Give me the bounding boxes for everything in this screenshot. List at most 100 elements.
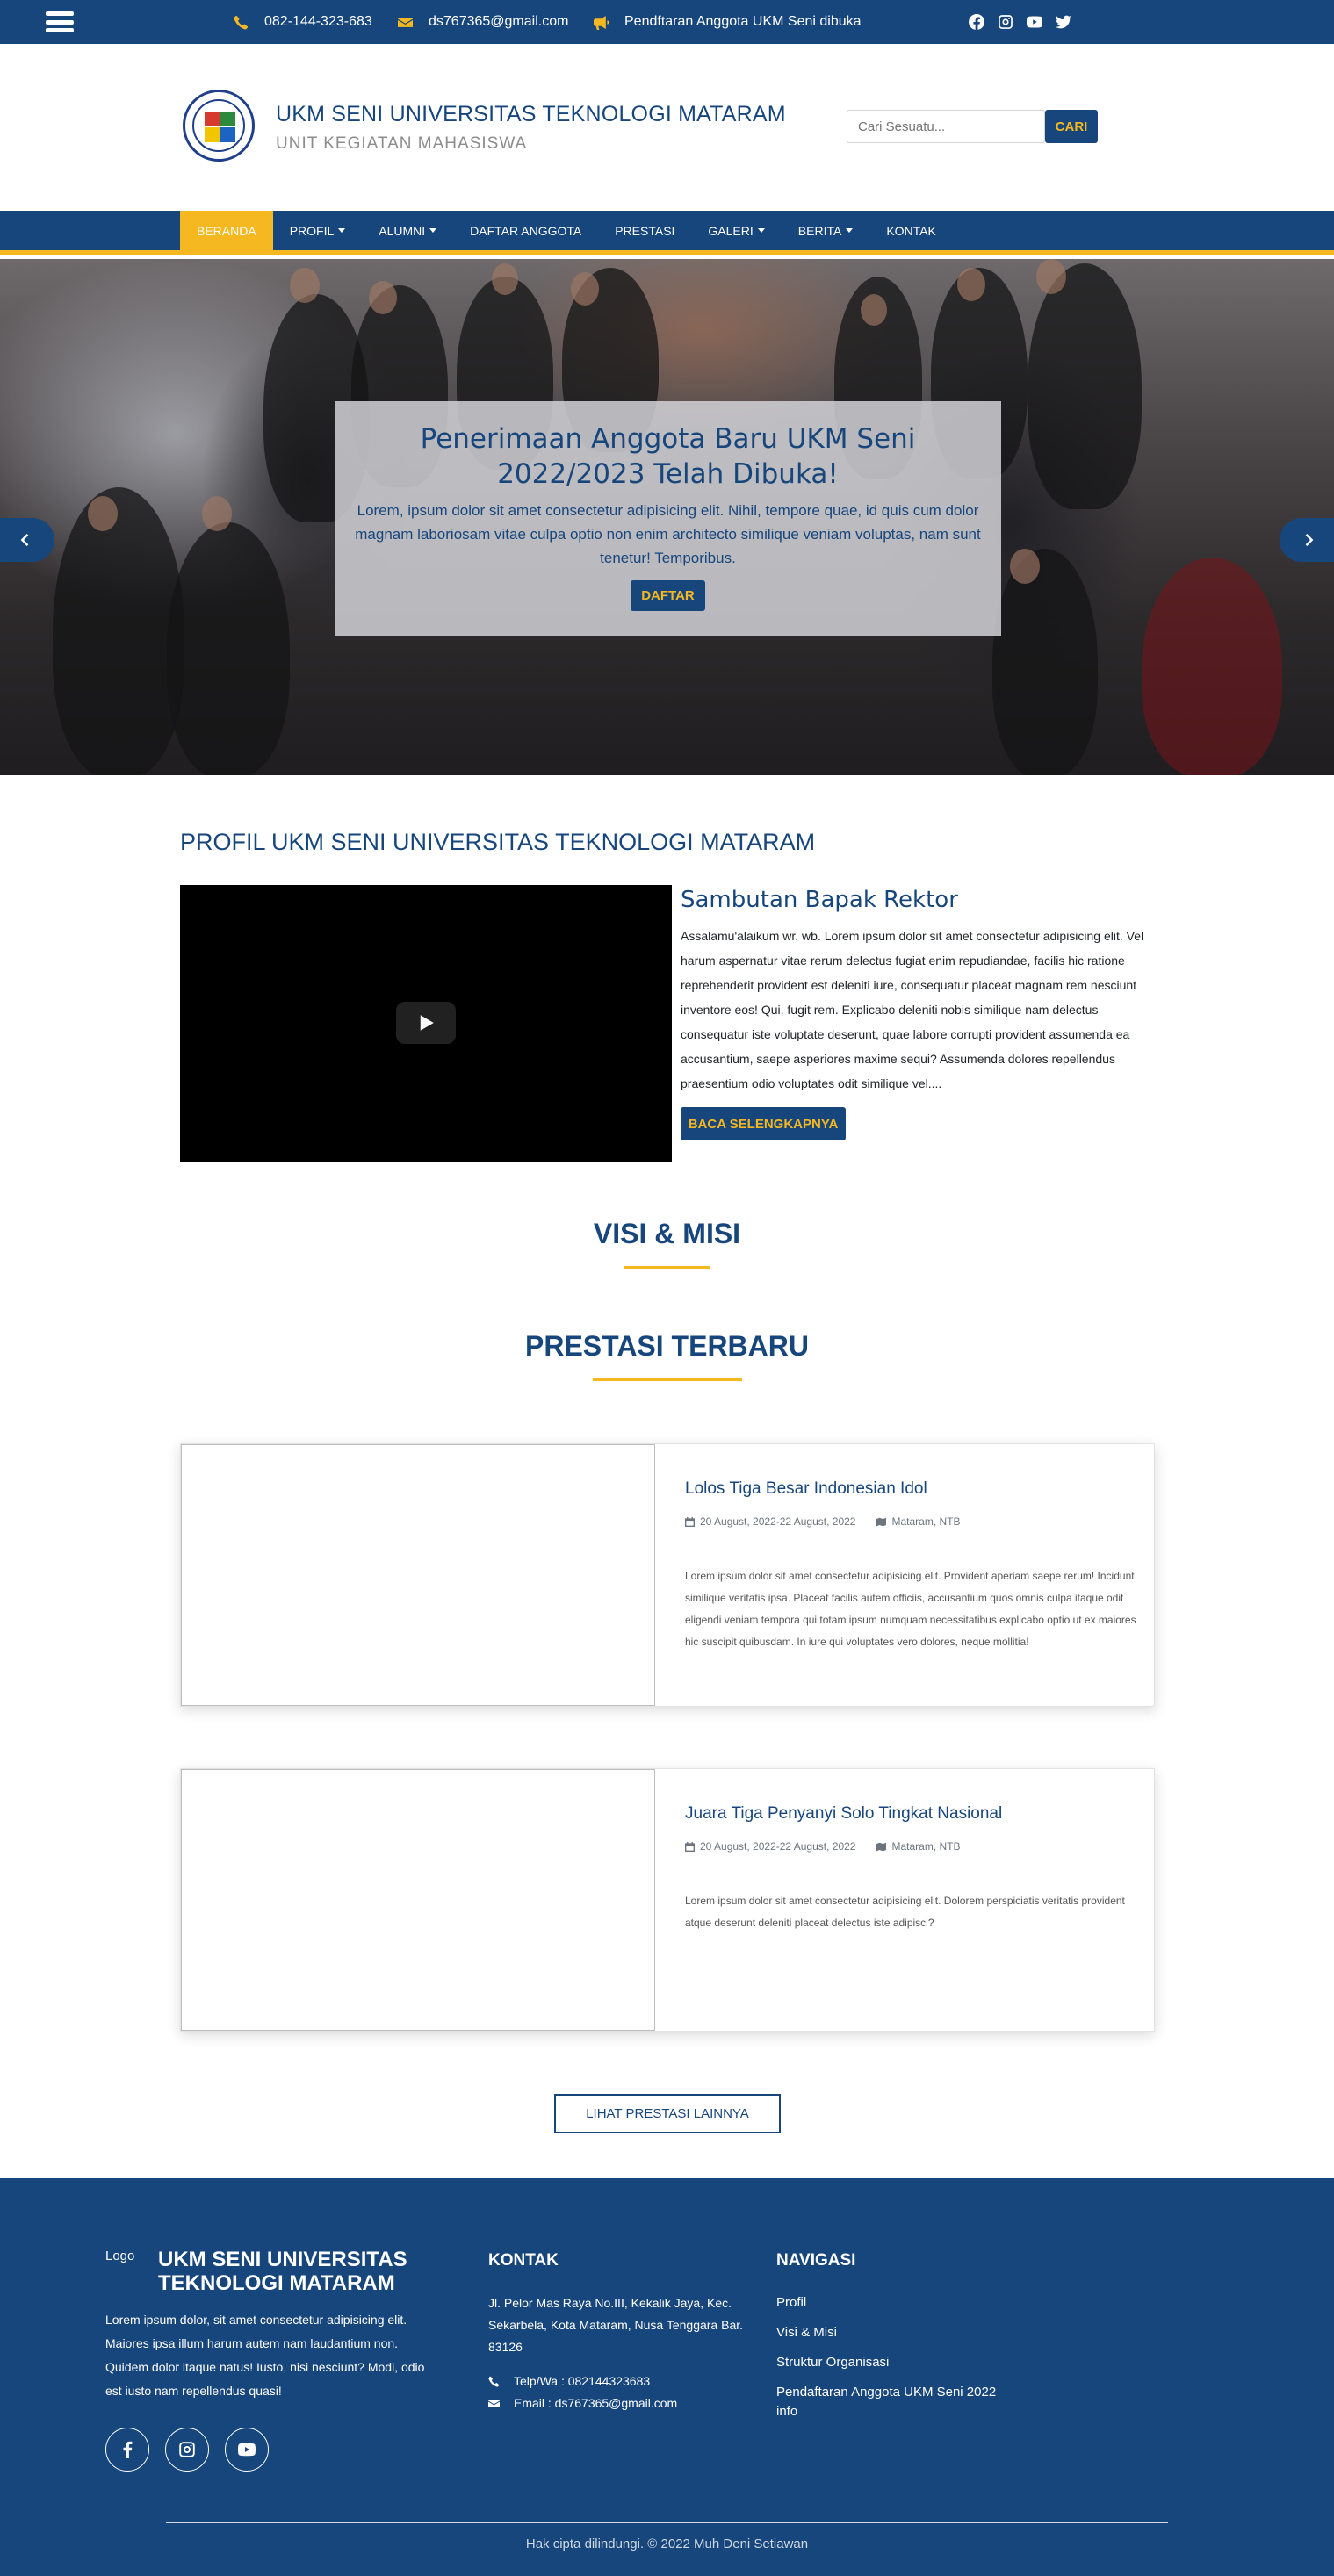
nav-item-galeri[interactable]: GALERI [691,211,781,250]
visi-misi-heading: VISI & MISI [593,1218,741,1249]
achievement-meta: 20 August, 2022-22 August, 2022 Mataram,… [685,1840,961,1853]
footer-logo: Logo [105,2249,135,2263]
topbar-email-text: ds767365@gmail.com [429,14,569,29]
achievement-card[interactable]: Juara Tiga Penyanyi Solo Tingkat Nasiona… [180,1768,1155,2032]
nav-item-profil[interactable]: PROFIL [273,211,363,250]
search-input[interactable] [847,110,1045,143]
nav-item-prestasi[interactable]: PRESTASI [598,211,691,250]
nav-item-label: GALERI [708,223,754,238]
achievement-meta: 20 August, 2022-22 August, 2022 Mataram,… [685,1515,961,1528]
play-button[interactable] [396,1002,456,1044]
welcome-title: Sambutan Bapak Rektor [681,887,958,913]
achievement-text: Lorem ipsum dolor sit amet consectetur a… [685,1570,1136,1648]
footer-line [166,2522,1168,2523]
footer-description: Lorem ipsum dolor, sit amet consectetur … [105,2313,425,2398]
footer-address: Jl. Pelor Mas Raya No.III, Kekalik Jaya,… [488,2296,744,2354]
topbar-phone-text: 082-144-323-683 [264,14,372,29]
map-icon [876,1842,887,1851]
facebook-icon[interactable] [105,2428,149,2472]
footer-contact-heading: KONTAK [488,2251,559,2270]
envelope-icon [488,2399,500,2407]
achievement-date: 20 August, 2022-22 August, 2022 [700,1515,856,1528]
site-logo[interactable] [183,90,255,162]
achievement-text: Lorem ipsum dolor sit amet consectetur a… [685,1895,1125,1929]
youtube-icon[interactable] [225,2428,269,2472]
prestasi-heading: PRESTASI TERBARU [525,1330,809,1362]
read-more-button[interactable]: BACA SELENGKAPNYA [681,1107,846,1140]
calendar-icon [685,1841,695,1852]
facebook-icon[interactable] [968,13,985,31]
nav-item-label: KONTAK [886,223,936,238]
chevron-left-icon [20,534,29,546]
nav-item-kontak[interactable]: KONTAK [869,211,953,250]
site-title[interactable]: UKM SENI UNIVERSITAS TEKNOLOGI MATARAM [276,102,786,127]
youtube-icon[interactable] [1026,13,1043,31]
footer-phone-text: Telp/Wa : 082144323683 [514,2374,651,2388]
topbar-email: ds767365@gmail.com [397,13,568,31]
nav-item-berita[interactable]: BERITA [782,211,870,250]
register-button[interactable]: DAFTAR [631,580,705,611]
achievement-date: 20 August, 2022-22 August, 2022 [700,1840,856,1853]
site-header: UKM SENI UNIVERSITAS TEKNOLOGI MATARAM U… [0,44,1334,211]
instagram-icon[interactable] [165,2428,209,2472]
achievement-title[interactable]: Juara Tiga Penyanyi Solo Tingkat Nasiona… [685,1804,1002,1824]
carousel-next-button[interactable] [1280,518,1334,562]
nav-item-label: PRESTASI [615,223,675,238]
caret-down-icon [757,228,765,233]
video-player[interactable] [180,885,672,1162]
topbar-announcement-text[interactable]: Pendftaran Anggota UKM Seni dibuka [624,13,862,31]
achievement-title[interactable]: Lolos Tiga Besar Indonesian Idol [685,1479,927,1499]
caret-down-icon [846,228,854,233]
caret-down-icon [338,228,346,233]
profile-heading: PROFIL UKM SENI UNIVERSITAS TEKNOLOGI MA… [180,829,816,855]
more-achievements-button[interactable]: LIHAT PRESTASI LAINNYA [554,2094,781,2133]
site-footer: Logo UKM SENI UNIVERSITAS TEKNOLOGI MATA… [0,2178,1334,2576]
heading-underline [624,1266,710,1269]
site-subtitle: UNIT KEGIATAN MAHASISWA [276,134,528,153]
search-button[interactable]: CARI [1045,110,1098,143]
footer-phone: Telp/Wa : 082144323683 [488,2374,650,2388]
footer-copyright: Hak cipta dilindungi. © 2022 Muh Deni Se… [525,2536,809,2551]
twitter-icon[interactable] [1055,13,1072,31]
hero-title: Penerimaan Anggota Baru UKM Seni 2022/20… [420,423,916,490]
nav-item-daftar-anggota[interactable]: DAFTAR ANGGOTA [453,211,598,250]
nav-item-label: ALUMNI [379,223,426,238]
envelope-icon [397,14,413,30]
map-icon [876,1517,887,1526]
achievement-location: Mataram, NTB [891,1840,961,1853]
footer-social-links [105,2428,269,2472]
welcome-text: Assalamu'alaikum wr. wb. Lorem ipsum dol… [681,929,1144,1090]
footer-nav-pendaftaran[interactable]: Pendaftaran Anggota UKM Seni 2022 [776,2384,996,2401]
topbar-phone: 082-144-323-683 [233,13,372,31]
footer-email: Email : ds767365@gmail.com [488,2396,677,2410]
achievement-image [181,1769,655,2031]
hero-carousel: Penerimaan Anggota Baru UKM Seni 2022/20… [0,259,1334,775]
nav-item-label: PROFIL [289,223,335,238]
footer-nav-heading: NAVIGASI [776,2251,856,2270]
logo-emblem [192,99,245,152]
phone-icon [488,2376,500,2387]
nav-item-alumni[interactable]: ALUMNI [362,211,453,250]
hero-caption: Penerimaan Anggota Baru UKM Seni 2022/20… [335,401,1001,636]
achievement-location: Mataram, NTB [891,1515,961,1528]
footer-nav-profil[interactable]: Profil [776,2294,806,2312]
footer-nav-struktur[interactable]: Struktur Organisasi [776,2354,889,2371]
phone-icon [233,14,249,30]
nav-item-beranda[interactable]: BERANDA [180,211,273,250]
instagram-icon[interactable] [997,13,1014,31]
play-icon [420,1015,434,1031]
heading-underline [593,1378,742,1381]
footer-title: UKM SENI UNIVERSITAS TEKNOLOGI MATARAM [158,2248,407,2295]
calendar-icon [685,1516,695,1527]
footer-email-text: Email : ds767365@gmail.com [514,2396,678,2410]
caret-down-icon [429,228,437,233]
footer-nav-visi-misi[interactable]: Visi & Misi [776,2324,837,2342]
footer-nav-info[interactable]: info [776,2403,797,2421]
hero-text: Lorem, ipsum dolor sit amet consectetur … [355,502,981,566]
nav-item-label: BERITA [797,223,842,238]
carousel-prev-button[interactable] [0,518,54,562]
bullhorn-icon [593,14,609,30]
achievement-card[interactable]: Lolos Tiga Besar Indonesian Idol 20 Augu… [180,1443,1155,1707]
chevron-right-icon [1305,534,1314,546]
hamburger-menu-icon[interactable] [46,8,74,36]
